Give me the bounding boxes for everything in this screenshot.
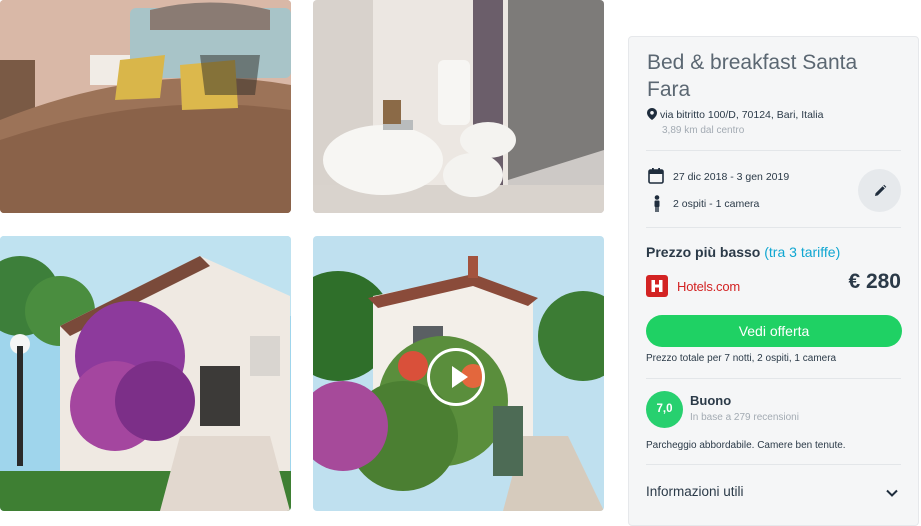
divider bbox=[646, 378, 901, 379]
chevron-down-icon[interactable] bbox=[886, 489, 898, 497]
rating-score-badge: 7,0 bbox=[646, 391, 683, 428]
provider-name: Hotels.com bbox=[677, 278, 741, 294]
location-pin-icon bbox=[647, 108, 657, 120]
divider bbox=[646, 227, 901, 228]
review-summary: Parcheggio abbordabile. Camere ben tenut… bbox=[646, 440, 846, 451]
lowest-price-label: Prezzo più basso bbox=[646, 244, 761, 260]
hotel-title: Bed & breakfast Santa Fara bbox=[647, 51, 858, 101]
divider bbox=[646, 464, 901, 465]
exterior-photo[interactable] bbox=[0, 236, 291, 511]
edit-search-button[interactable] bbox=[858, 169, 901, 212]
hotels-logo-icon bbox=[646, 275, 668, 297]
distance-text: 3,89 km dal centro bbox=[662, 125, 745, 136]
bathroom-photo[interactable] bbox=[313, 0, 604, 213]
useful-info-toggle[interactable]: Informazioni utili bbox=[646, 484, 744, 499]
guests-rooms: 2 ospiti - 1 camera bbox=[673, 198, 760, 210]
exterior-video[interactable] bbox=[313, 236, 604, 511]
rating-label: Buono bbox=[690, 393, 732, 408]
stay-dates: 27 dic 2018 - 3 gen 2019 bbox=[673, 171, 790, 183]
price: € 280 bbox=[848, 270, 901, 293]
address-row: via bitritto 100/D, 70124, Bari, Italia bbox=[647, 108, 823, 121]
address-text: via bitritto 100/D, 70124, Bari, Italia bbox=[660, 109, 824, 121]
hotel-details-panel: Bed & breakfast Santa Fara via bitritto … bbox=[628, 36, 919, 526]
play-icon[interactable] bbox=[427, 348, 485, 406]
lowest-price-heading: Prezzo più basso (tra 3 tariffe) bbox=[646, 244, 840, 260]
person-icon bbox=[654, 195, 660, 212]
bedroom-photo[interactable] bbox=[0, 0, 291, 213]
total-price-note: Prezzo totale per 7 notti, 2 ospiti, 1 c… bbox=[646, 353, 837, 364]
review-count[interactable]: In base a 279 recensioni bbox=[690, 412, 799, 423]
divider bbox=[646, 150, 901, 151]
calendar-icon bbox=[648, 168, 664, 184]
view-offer-button[interactable]: Vedi offerta bbox=[646, 315, 902, 347]
rates-link[interactable]: (tra 3 tariffe) bbox=[764, 244, 840, 260]
provider-logo: Hotels.com bbox=[646, 275, 740, 297]
pencil-icon bbox=[874, 184, 886, 196]
